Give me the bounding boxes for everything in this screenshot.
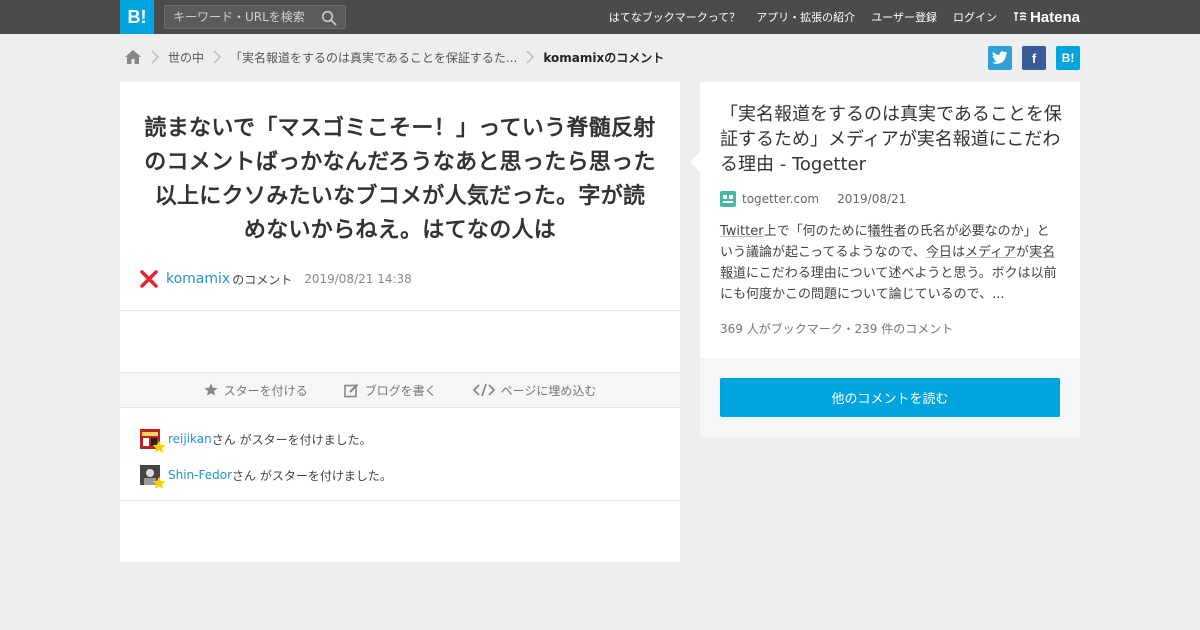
breadcrumb-category[interactable]: 世の中 (168, 49, 204, 66)
hatena-brand[interactable]: Hatena (1013, 9, 1080, 26)
entry-date: 2019/08/21 (837, 192, 907, 206)
chevron-right-icon (213, 50, 222, 64)
comment-author-link[interactable]: komamix (166, 271, 230, 287)
entry-summary: 「実名報道をするのは真実であることを保証するため」メディアが実名報道にこだわる理… (690, 82, 1080, 358)
desc-text: 上で「何のために (763, 224, 868, 239)
chevron-right-icon (526, 50, 535, 64)
top-bar: B! はてなブックマークって？ アプリ・拡張の紹介 ユーザー登録 ログイン Ha… (0, 0, 1200, 34)
togetter-favicon-icon (720, 191, 736, 207)
desc-text: が (1016, 245, 1030, 260)
embed-button[interactable]: ページに埋め込む (472, 382, 597, 399)
divider (120, 310, 680, 311)
read-more-comments-button[interactable]: 他のコメントを読む (720, 378, 1060, 417)
keyword-link[interactable]: 犠牲者 (868, 224, 907, 239)
star-icon (204, 383, 218, 396)
divider (120, 500, 680, 501)
bookmark-counts[interactable]: 369 人がブックマーク・239 件のコメント (720, 320, 953, 337)
star-item: reijikan さん がスターを付けました。 (140, 428, 392, 453)
star-message: さん がスターを付けました。 (232, 468, 392, 483)
entry-title-link[interactable]: 「実名報道をするのは真実であることを保証するため」メディアが実名報道にこだわる理… (720, 102, 1065, 177)
entry-description: Twitter上で「何のために犠牲者の氏名が必要なのか」という議論が起こってるよ… (720, 221, 1060, 305)
twitter-bird-icon (992, 51, 1008, 64)
desc-text: は (951, 245, 965, 260)
entry-card: 「実名報道をするのは真実であることを保証するため」メディアが実名報道にこだわる理… (690, 82, 1080, 437)
hatebu-share-button[interactable]: B! (1056, 46, 1080, 70)
yellow-star-icon (152, 476, 166, 489)
card-pointer (690, 152, 700, 172)
write-blog-label: ブログを書く (364, 383, 437, 398)
star-user-avatar[interactable] (140, 429, 166, 453)
hatena-brand-text: Hatena (1029, 8, 1080, 26)
nav-about[interactable]: はてなブックマークって？ (609, 9, 740, 25)
star-user-link[interactable]: reijikan (168, 432, 212, 446)
breadcrumb-entry[interactable]: 「実名報道をするのは真実であることを保証するた... (230, 49, 517, 66)
comment-date[interactable]: 2019/08/21 14:38 (304, 272, 412, 286)
star-item: Shin-Fedor さん がスターを付けました。 (140, 464, 392, 489)
nav-register[interactable]: ユーザー登録 (871, 9, 937, 25)
chevron-right-icon (151, 50, 160, 64)
comment-actions: スターを付ける ブログを書く ページに埋め込む (120, 372, 680, 408)
user-avatar-icon[interactable] (140, 270, 158, 288)
search-icon[interactable] (321, 10, 337, 26)
star-user-avatar[interactable] (140, 465, 166, 489)
breadcrumb-current: komamixのコメント (543, 50, 665, 65)
star-message: さん がスターを付けました。 (211, 432, 372, 447)
desc-text: にこだわる理由について述べようと思う。ボクは以前にも何度かこの問題について論じて… (720, 266, 1057, 302)
star-list: reijikan さん がスターを付けました。 Shin-Fedor さん がス… (140, 428, 392, 500)
code-icon (472, 383, 495, 397)
comment-author-suffix: のコメント (232, 272, 293, 287)
comment-card: 読まないで「マスゴミこそー！」っていう脊髄反射のコメントばっかなんだろうなあと思… (120, 82, 680, 562)
keyword-link[interactable]: Twitter (720, 224, 764, 239)
star-user-link[interactable]: Shin-Fedor (168, 468, 232, 482)
entry-domain[interactable]: togetter.com (742, 192, 819, 206)
embed-label: ページに埋め込む (500, 383, 597, 398)
write-blog-button[interactable]: ブログを書く (343, 382, 437, 399)
nav-login[interactable]: ログイン (953, 9, 997, 25)
edit-icon (343, 383, 358, 397)
comment-author-line: komamix のコメント 2019/08/21 14:38 (140, 270, 412, 288)
keyword-link[interactable]: 今日 (926, 245, 952, 260)
nav-apps[interactable]: アプリ・拡張の紹介 (756, 9, 855, 25)
search-input[interactable] (165, 6, 315, 28)
twitter-share-button[interactable] (988, 46, 1012, 70)
keyword-link[interactable]: メディア (965, 245, 1016, 260)
facebook-share-button[interactable]: f (1022, 46, 1046, 70)
hatena-mark-icon (1013, 12, 1027, 21)
hatebu-logo[interactable]: B! (120, 0, 154, 34)
entry-meta: togetter.com 2019/08/21 (720, 191, 906, 207)
add-star-button[interactable]: スターを付ける (204, 382, 308, 399)
home-icon[interactable] (124, 48, 142, 66)
search-box (164, 5, 346, 29)
comment-text: 読まないで「マスゴミこそー！」っていう脊髄反射のコメントばっかなんだろうなあと思… (144, 116, 656, 243)
add-star-label: スターを付ける (223, 383, 308, 398)
breadcrumb: 世の中 「実名報道をするのは真実であることを保証するた... komamixのコ… (124, 46, 664, 68)
yellow-star-icon (152, 440, 166, 453)
top-nav: はてなブックマークって？ アプリ・拡張の紹介 ユーザー登録 ログイン Haten… (593, 0, 1080, 34)
